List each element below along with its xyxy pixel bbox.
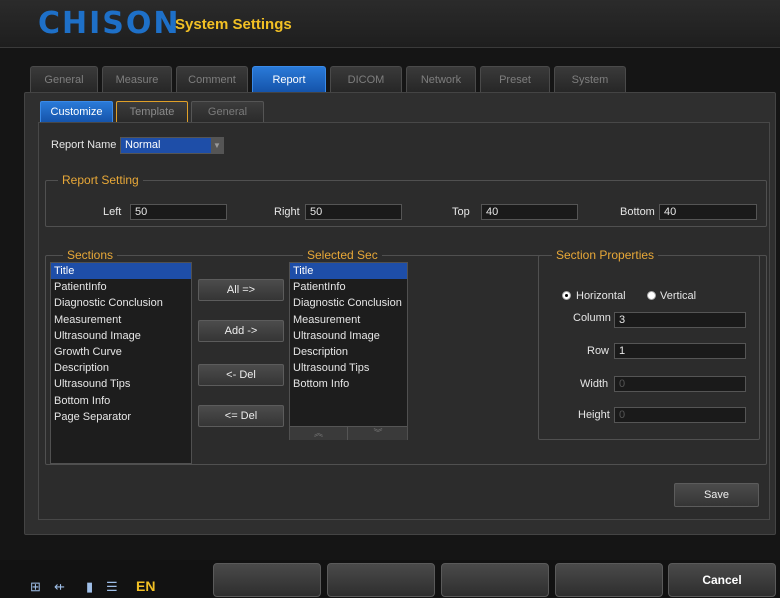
list-item[interactable]: Page Separator: [51, 409, 191, 425]
report-name-value: Normal: [121, 138, 211, 153]
subtab-template[interactable]: Template: [116, 101, 188, 123]
left-input[interactable]: 50: [130, 204, 227, 220]
list-item[interactable]: Bottom Info: [290, 376, 407, 392]
height-label: Height: [578, 409, 610, 421]
tab-measure[interactable]: Measure: [102, 66, 172, 93]
width-input[interactable]: 0: [614, 376, 746, 392]
list-item[interactable]: Description: [51, 360, 191, 376]
top-bar: CHISON System Settings: [0, 0, 780, 48]
right-label: Right: [274, 206, 300, 218]
selected-sections-title: Selected Sec: [303, 248, 382, 262]
bottom-input[interactable]: 40: [659, 204, 757, 220]
list-item[interactable]: Title: [51, 263, 191, 280]
list-item[interactable]: Measurement: [290, 312, 407, 328]
delete-all-button[interactable]: <= Del: [198, 405, 284, 427]
list-item[interactable]: PatientInfo: [51, 279, 191, 295]
list-item[interactable]: Growth Curve: [51, 344, 191, 360]
column-input[interactable]: 3: [614, 312, 746, 328]
list-item[interactable]: Ultrasound Tips: [290, 360, 407, 376]
column-label: Column: [573, 312, 611, 324]
left-label: Left: [103, 206, 122, 218]
row-input[interactable]: 1: [614, 343, 746, 359]
list-item[interactable]: PatientInfo: [290, 279, 407, 295]
list-item[interactable]: Diagnostic Conclusion: [290, 295, 407, 311]
top-label: Top: [452, 206, 470, 218]
selected-sections-list[interactable]: Title PatientInfo Diagnostic Conclusion …: [289, 262, 408, 440]
width-label: Width: [580, 378, 609, 390]
list-item[interactable]: Title: [290, 263, 407, 280]
list-item[interactable]: Bottom Info: [51, 393, 191, 409]
sections-list[interactable]: Title PatientInfo Diagnostic Conclusion …: [50, 262, 192, 464]
list-item[interactable]: Description: [290, 344, 407, 360]
language-indicator[interactable]: EN: [136, 578, 155, 594]
softkey-1[interactable]: [213, 563, 321, 597]
cancel-button[interactable]: Cancel: [668, 563, 776, 597]
report-setting-title: Report Setting: [58, 173, 143, 187]
list-item[interactable]: Ultrasound Tips: [51, 376, 191, 392]
usb-icon: ⇷: [54, 579, 65, 594]
subtab-customize[interactable]: Customize: [40, 101, 113, 123]
chison-logo: CHISON: [38, 6, 181, 41]
section-properties-title: Section Properties: [552, 248, 659, 262]
tab-general[interactable]: General: [30, 66, 98, 93]
report-name-select[interactable]: Normal ▼: [120, 137, 224, 154]
vertical-radio[interactable]: [647, 291, 656, 300]
height-input[interactable]: 0: [614, 407, 746, 423]
printer-icon: ☰: [106, 579, 118, 594]
add-all-button[interactable]: All =>: [198, 279, 284, 301]
report-name-label: Report Name: [51, 139, 117, 151]
sections-title: Sections: [63, 248, 118, 262]
tab-comment[interactable]: Comment: [176, 66, 248, 93]
tab-system[interactable]: System: [554, 66, 626, 93]
delete-button[interactable]: <- Del: [198, 364, 284, 386]
tab-network[interactable]: Network: [406, 66, 476, 93]
list-item[interactable]: Diagnostic Conclusion: [51, 295, 191, 311]
list-item[interactable]: Ultrasound Image: [290, 328, 407, 344]
row-label: Row: [587, 345, 610, 357]
bottom-label: Bottom: [620, 206, 655, 218]
chevron-down-icon[interactable]: ▼: [211, 138, 223, 153]
right-input[interactable]: 50: [305, 204, 402, 220]
double-chevron-down-icon[interactable]: ︾: [349, 427, 407, 440]
double-chevron-up-icon[interactable]: ︽: [290, 427, 348, 440]
selected-sections-scrollbar[interactable]: ︽ ︾: [290, 426, 407, 440]
softkey-3[interactable]: [441, 563, 549, 597]
add-button[interactable]: Add ->: [198, 320, 284, 342]
network-icon: ⊞: [30, 579, 41, 594]
softkey-2[interactable]: [327, 563, 435, 597]
subtab-general[interactable]: General: [191, 101, 264, 123]
tab-report[interactable]: Report: [252, 66, 326, 93]
tab-preset[interactable]: Preset: [480, 66, 550, 93]
save-button[interactable]: Save: [674, 483, 759, 507]
top-input[interactable]: 40: [481, 204, 578, 220]
storage-icon: ▮: [86, 579, 94, 594]
horizontal-label: Horizontal: [576, 290, 626, 302]
vertical-label: Vertical: [660, 290, 697, 302]
tab-dicom[interactable]: DICOM: [330, 66, 402, 93]
softkey-4[interactable]: [555, 563, 663, 597]
page-title: System Settings: [175, 16, 292, 33]
list-item[interactable]: Measurement: [51, 312, 191, 328]
horizontal-radio[interactable]: [562, 291, 571, 300]
list-item[interactable]: Ultrasound Image: [51, 328, 191, 344]
